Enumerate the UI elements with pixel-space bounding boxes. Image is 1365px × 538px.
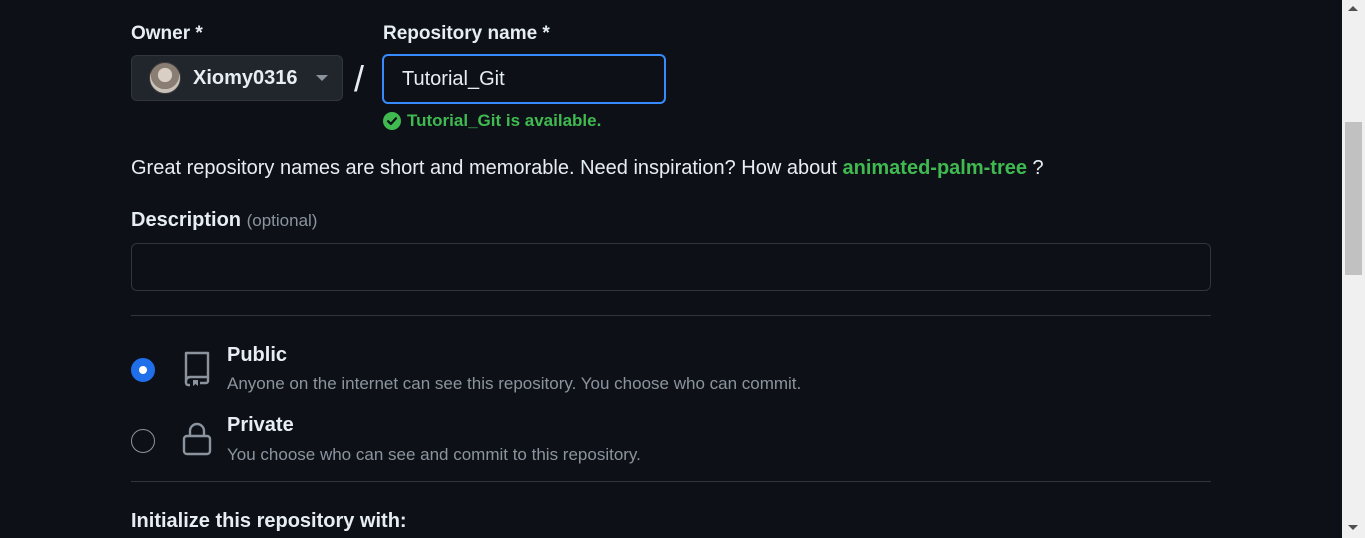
hint-text: Great repository names are short and mem… xyxy=(131,157,843,179)
scroll-up-icon[interactable] xyxy=(1348,6,1358,11)
owner-name: Xiomy0316 xyxy=(193,66,298,89)
owner-repo-separator: / xyxy=(354,58,365,99)
hint-end: ? xyxy=(1026,157,1044,179)
public-option-description: Anyone on the internet can see this repo… xyxy=(227,374,802,393)
check-circle-icon xyxy=(383,112,401,130)
public-radio[interactable] xyxy=(131,358,155,382)
private-option-title: Private xyxy=(227,414,294,436)
suggestion-link[interactable]: animated-palm-tree xyxy=(842,157,1027,179)
divider xyxy=(131,315,1211,316)
private-radio[interactable] xyxy=(131,429,155,453)
private-option-description: You choose who can see and commit to thi… xyxy=(227,445,641,464)
availability-status: Tutorial_Git is available. xyxy=(383,111,601,131)
public-option-title: Public xyxy=(227,344,288,366)
create-repository-form: Owner * Repository name * Xiomy0316 / Tu… xyxy=(0,0,1365,538)
availability-text: Tutorial_Git is available. xyxy=(407,111,602,130)
scrollbar-thumb[interactable] xyxy=(1345,122,1362,275)
scroll-down-icon[interactable] xyxy=(1348,525,1358,530)
scrollbar[interactable] xyxy=(1342,0,1365,538)
chevron-down-icon xyxy=(315,75,328,81)
name-hint: Great repository names are short and mem… xyxy=(131,157,1044,180)
avatar xyxy=(149,62,181,94)
lock-icon xyxy=(182,422,212,456)
owner-label: Owner * xyxy=(131,23,203,44)
repo-icon xyxy=(184,351,210,387)
divider xyxy=(131,481,1211,482)
description-input[interactable] xyxy=(131,243,1211,291)
repository-name-label: Repository name * xyxy=(383,23,550,44)
repository-name-input[interactable] xyxy=(382,54,666,104)
initialize-heading: Initialize this repository with: xyxy=(131,510,407,532)
owner-select[interactable]: Xiomy0316 xyxy=(131,55,343,101)
optional-tag: (optional) xyxy=(246,211,318,230)
description-label: Description (optional) xyxy=(131,209,317,232)
description-label-text: Description xyxy=(131,209,242,231)
